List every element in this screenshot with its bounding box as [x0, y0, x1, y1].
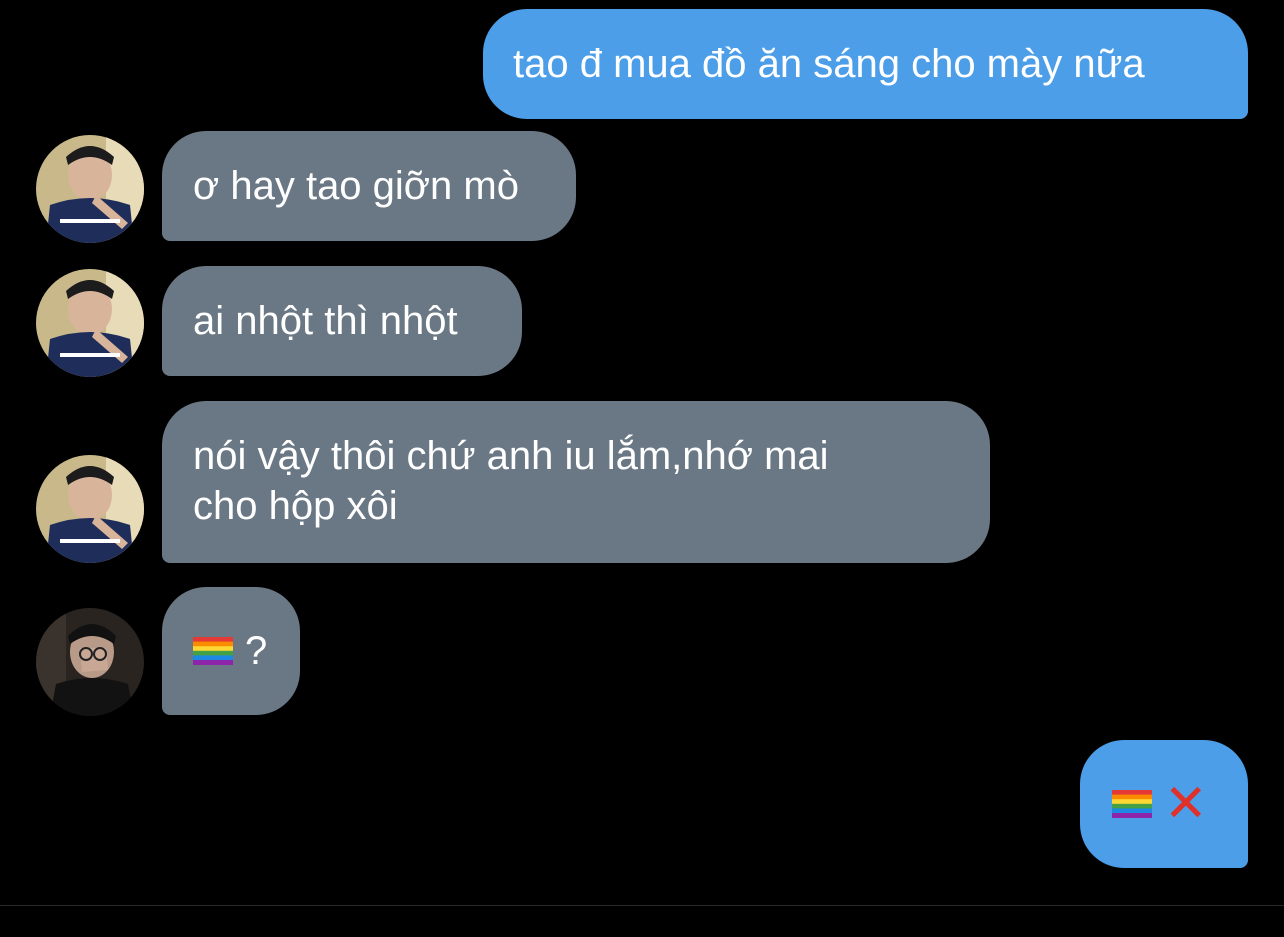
- received-message-bubble[interactable]: nói vậy thôi chứ anh iu lắm,nhớ mai cho …: [162, 401, 990, 563]
- avatar-guy-covering-face[interactable]: [36, 608, 144, 716]
- rainbow-flag-icon: [193, 637, 233, 665]
- message-text: tao đ mua đồ ăn sáng cho mày nữa: [513, 42, 1145, 86]
- message-text: ?: [245, 629, 268, 673]
- avatar-guy-pointing[interactable]: [36, 269, 144, 377]
- rainbow-flag-icon: [1112, 790, 1152, 818]
- received-message-bubble[interactable]: ai nhột thì nhột: [162, 266, 522, 376]
- avatar-guy-pointing[interactable]: [36, 455, 144, 563]
- message-text: ơ hay tao giỡn mò: [193, 164, 519, 208]
- message-content: ✕: [1112, 775, 1216, 833]
- cross-mark-icon: ✕: [1164, 775, 1208, 833]
- message-text: nói vậy thôi chứ anh iu lắm,nhớ mai cho …: [193, 434, 829, 528]
- sent-message-bubble[interactable]: ✕: [1080, 740, 1248, 868]
- message-content: ?: [193, 626, 269, 676]
- message-text: ai nhột thì nhột: [193, 299, 458, 343]
- received-message-bubble[interactable]: ơ hay tao giỡn mò: [162, 131, 576, 241]
- bottom-divider: [0, 905, 1284, 906]
- avatar-guy-pointing[interactable]: [36, 135, 144, 243]
- received-message-bubble[interactable]: ?: [162, 587, 300, 715]
- message-thread: tao đ mua đồ ăn sáng cho mày nữa ơ hay t…: [0, 0, 1284, 937]
- sent-message-bubble[interactable]: tao đ mua đồ ăn sáng cho mày nữa: [483, 9, 1248, 119]
